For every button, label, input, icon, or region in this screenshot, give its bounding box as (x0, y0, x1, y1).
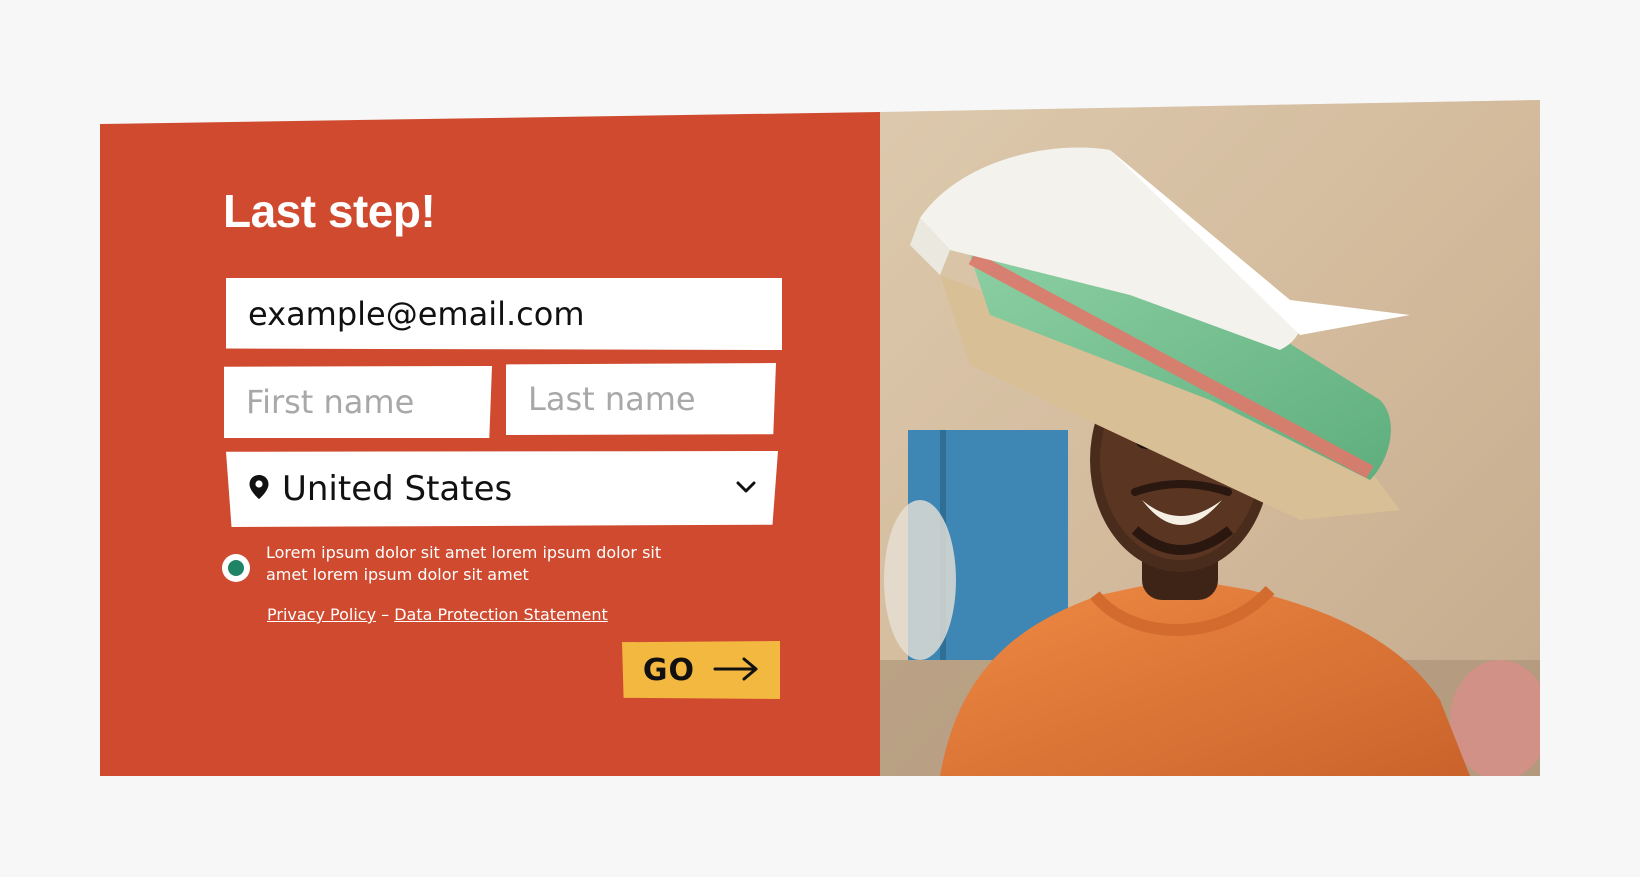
consent-radio-dot (228, 560, 244, 576)
location-pin-icon (248, 474, 270, 505)
go-button[interactable]: GO (622, 641, 780, 699)
last-name-field[interactable] (506, 380, 776, 418)
privacy-policy-link[interactable]: Privacy Policy (267, 605, 376, 624)
hero-photo (880, 100, 1540, 776)
arrow-right-icon (713, 657, 759, 684)
legal-links: Privacy Policy – Data Protection Stateme… (267, 605, 608, 624)
country-select-value: United States (282, 469, 513, 509)
first-name-field[interactable] (224, 383, 492, 421)
email-field[interactable] (226, 295, 782, 333)
country-select[interactable]: United States (226, 451, 778, 527)
go-button-label: GO (642, 652, 696, 688)
hero-photo-illustration (880, 100, 1540, 776)
chevron-down-icon[interactable] (736, 480, 756, 499)
email-field-wrapper (226, 278, 782, 350)
data-protection-link[interactable]: Data Protection Statement (394, 605, 608, 624)
consent-text: Lorem ipsum dolor sit amet lorem ipsum d… (266, 543, 662, 584)
last-name-field-wrapper (506, 363, 776, 435)
page-title: Last step! (223, 185, 436, 237)
consent-radio[interactable] (222, 554, 250, 582)
links-separator: – (381, 605, 390, 624)
country-select-content: United States (248, 469, 512, 509)
first-name-field-wrapper (224, 366, 492, 438)
signup-card: Last step! United States (100, 100, 1540, 776)
form-panel: Last step! United States (100, 112, 880, 776)
consent-row: Lorem ipsum dolor sit amet lorem ipsum d… (222, 542, 696, 586)
